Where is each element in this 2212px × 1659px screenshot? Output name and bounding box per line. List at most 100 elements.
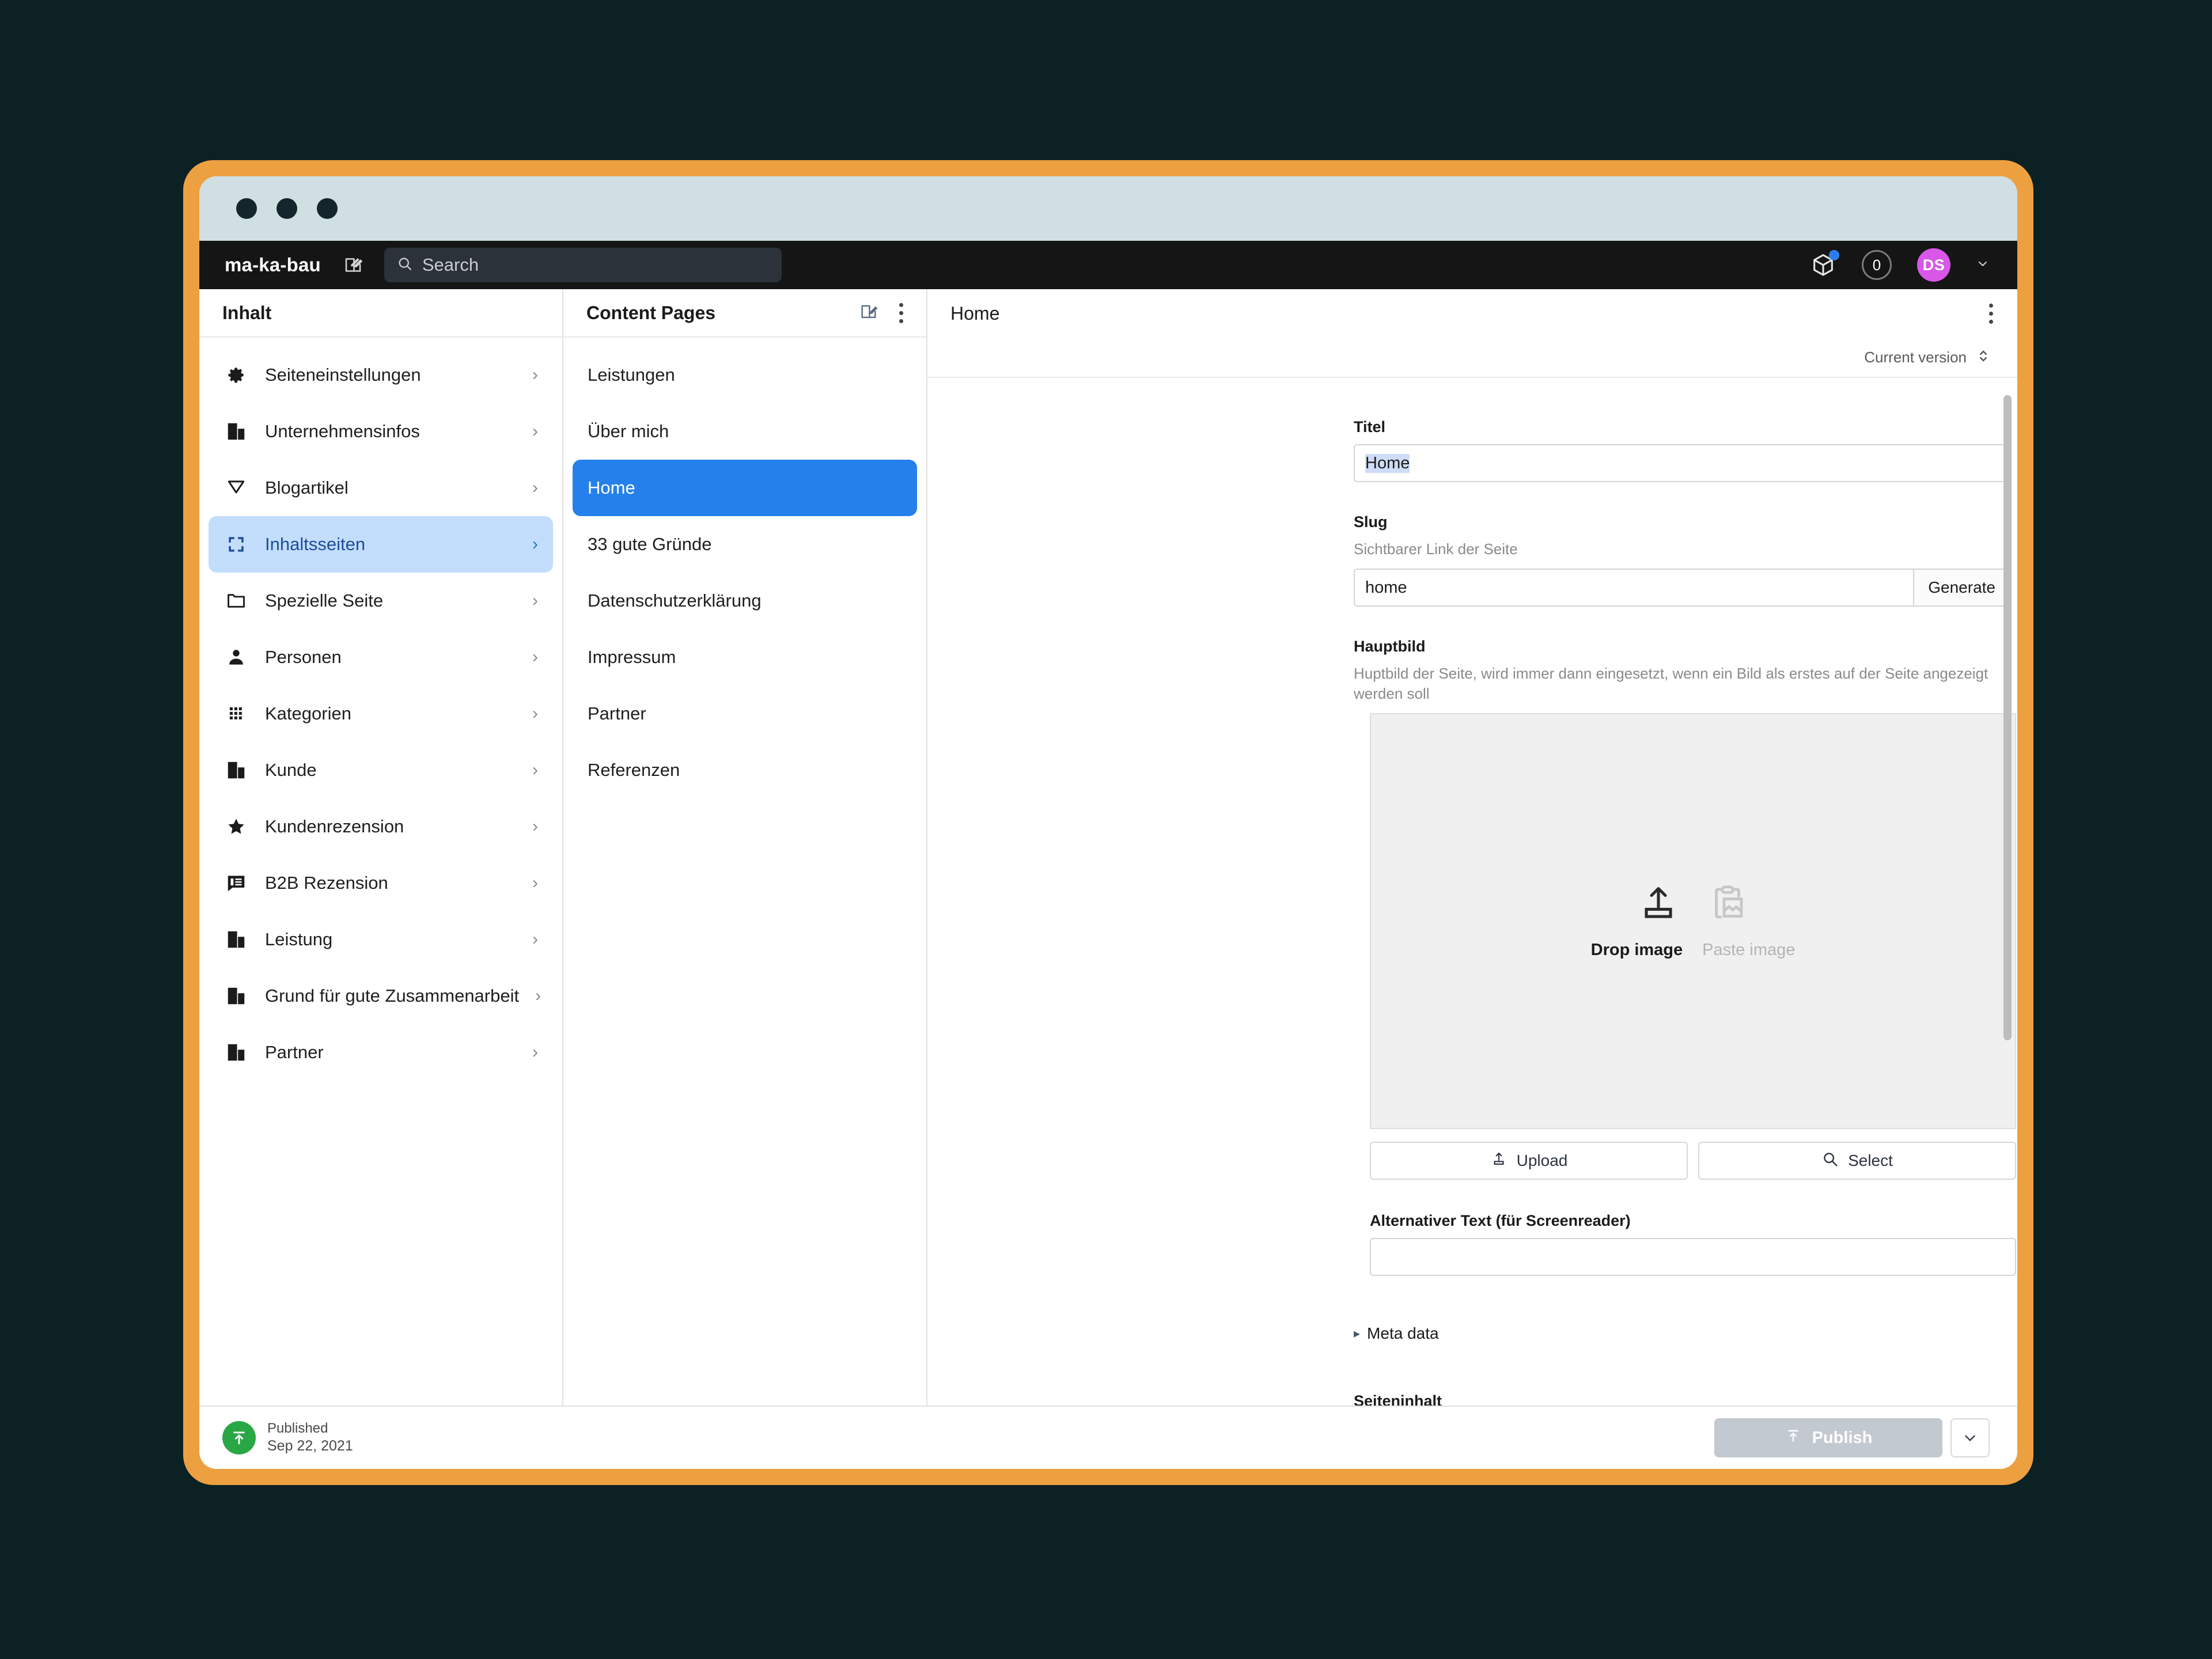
chevron-right-icon: › <box>532 874 538 892</box>
alt-text-input[interactable] <box>1370 1238 2016 1276</box>
meta-data-toggle[interactable]: ▸ Meta data <box>1354 1324 2010 1343</box>
meta-data-label: Meta data <box>1367 1324 1439 1343</box>
sidebar-item-kundenrezension[interactable]: Kundenrezension› <box>209 798 553 855</box>
upload-button[interactable]: Upload <box>1370 1142 1688 1180</box>
field-hauptbild: Hauptbild Huptbild der Seite, wird immer… <box>1354 638 2010 1180</box>
dropzone-icons <box>1638 882 1748 927</box>
field-slug: Slug Sichtbarer Link der Seite home Gene… <box>1354 513 2010 607</box>
sidebar-item-personen[interactable]: Personen › <box>209 629 553 685</box>
status-bar-actions: Publish <box>1714 1418 1990 1457</box>
more-vertical-icon[interactable] <box>899 303 903 323</box>
slug-value: home <box>1365 578 1407 597</box>
folder-icon <box>224 588 249 613</box>
content-pages-header: Content Pages <box>563 289 926 338</box>
status-badge: Published <box>267 1420 353 1437</box>
building-icon <box>224 757 249 783</box>
main-body: Inhalt Seiteneinstellungen›Unternehmensi… <box>199 289 2017 1406</box>
sidebar-item-inhaltsseiten[interactable]: Inhaltsseiten› <box>209 516 553 573</box>
building-icon <box>224 1040 249 1065</box>
select-button[interactable]: Select <box>1698 1142 2016 1180</box>
list-item[interactable]: Home <box>573 460 917 516</box>
list-item[interactable]: Datenschutzerklärung <box>573 573 917 629</box>
sidebar-header: Inhalt <box>199 289 562 338</box>
list-item[interactable]: 33 gute Gründe <box>573 516 917 573</box>
compose-icon[interactable] <box>340 252 366 278</box>
page-item-label: Leistungen <box>588 365 675 385</box>
content-pages-list: Leistungen Über mich Home 33 gute Gründe Dat… <box>563 338 926 798</box>
chevron-right-icon: › <box>532 1044 538 1061</box>
seiteninhalt-label: Seiteninhalt <box>1354 1392 2010 1406</box>
titel-input[interactable]: Home <box>1354 444 2010 482</box>
version-selector[interactable]: Current version <box>927 338 2017 378</box>
chevron-right-icon: › <box>532 931 538 948</box>
chevron-down-icon[interactable] <box>1976 257 1990 274</box>
list-item[interactable]: Referenzen <box>573 742 917 798</box>
image-upload-block: Drop image Paste image <box>1370 713 2016 1180</box>
notification-count-badge[interactable]: 0 <box>1862 250 1892 280</box>
compose-icon[interactable] <box>859 302 878 324</box>
sidebar-item-leistung[interactable]: Leistung› <box>209 911 553 968</box>
hauptbild-label: Hauptbild <box>1354 638 2010 656</box>
sidebar-item-label: Personen <box>265 647 342 668</box>
content-pages-title: Content Pages <box>586 302 715 324</box>
package-icon[interactable] <box>1810 252 1836 278</box>
search-icon <box>397 256 413 275</box>
sidebar-item-kunde[interactable]: Kunde› <box>209 742 553 798</box>
sidebar-item-label: Spezielle Seite <box>265 590 383 611</box>
list-item[interactable]: Partner <box>573 685 917 742</box>
status-bar: Published Sep 22, 2021 Publish <box>199 1406 2017 1469</box>
page-item-label: 33 gute Gründe <box>588 534 711 555</box>
slug-row: home Generate <box>1354 569 2010 607</box>
sidebar-item-label: Kategorien <box>265 703 351 724</box>
chevron-right-icon: › <box>532 762 538 779</box>
upload-icon <box>1490 1150 1508 1172</box>
select-button-label: Select <box>1848 1152 1893 1170</box>
sidebar-item-spezielle-seite[interactable]: Spezielle Seite › <box>209 573 553 629</box>
sidebar-item-label: Inhaltsseiten <box>265 534 365 555</box>
page-item-label: Home <box>588 478 635 498</box>
more-vertical-icon[interactable] <box>1989 304 1993 324</box>
search-placeholder: Search <box>422 255 479 275</box>
gear-icon <box>224 362 249 388</box>
sidebar-item-partner[interactable]: Partner › <box>209 1024 553 1081</box>
page-item-label: Referenzen <box>588 760 680 781</box>
list-item[interactable]: Leistungen <box>573 347 917 403</box>
publish-button[interactable]: Publish <box>1714 1418 1942 1457</box>
close-button[interactable] <box>236 198 257 219</box>
avatar[interactable]: DS <box>1917 248 1950 282</box>
search-input[interactable]: Search <box>384 248 782 282</box>
chevron-right-icon: › <box>532 592 538 609</box>
generate-button[interactable]: Generate <box>1914 569 2010 607</box>
slug-sublabel: Sichtbarer Link der Seite <box>1354 539 2010 559</box>
slug-input[interactable]: home <box>1354 569 1914 607</box>
search-icon <box>1821 1150 1839 1172</box>
sidebar-item-blogartikel[interactable]: Blogartikel› <box>209 460 553 516</box>
sidebar-item-kategorien[interactable]: Kategorien › <box>209 685 553 742</box>
chevron-right-icon: › <box>532 649 538 666</box>
detail-header: Home <box>927 289 2017 338</box>
maximize-button[interactable] <box>317 198 338 219</box>
sidebar-item-unternehmensinfos[interactable]: Unternehmensinfos› <box>209 403 553 460</box>
window-titlebar <box>199 176 2017 241</box>
funnel-icon <box>224 475 249 501</box>
page-item-label: Datenschutzerklärung <box>588 590 762 611</box>
browser-window-frame: ma-ka-bau Search <box>183 160 2033 1485</box>
detail-scroll-area: Titel Home Slug Sichtbarer Link der Seit… <box>927 378 2017 1406</box>
image-dropzone[interactable]: Drop image Paste image <box>1370 713 2016 1129</box>
minimize-button[interactable] <box>276 198 297 219</box>
chevron-right-icon: › <box>532 705 538 722</box>
publish-dropdown-button[interactable] <box>1950 1418 1990 1457</box>
sidebar-item-label: Partner <box>265 1042 324 1063</box>
list-item[interactable]: Impressum <box>573 629 917 685</box>
sidebar-item-b2b-rezension[interactable]: B2B Rezension› <box>209 855 553 911</box>
publish-up-icon <box>222 1421 256 1455</box>
field-seiteninhalt: Seiteninhalt <box>1354 1392 2010 1406</box>
field-titel: Titel Home <box>1354 418 2010 482</box>
expand-icon <box>224 532 249 557</box>
list-item[interactable]: Über mich <box>573 403 917 460</box>
upload-button-label: Upload <box>1517 1152 1568 1170</box>
sidebar-item-grund-f-r-gute-zusammenarbeit[interactable]: Grund für gute Zusammenarbeit› <box>209 968 553 1024</box>
sidebar-item-seiteneinstellungen[interactable]: Seiteneinstellungen› <box>209 347 553 403</box>
alt-text-label: Alternativer Text (für Screenreader) <box>1370 1212 2016 1230</box>
detail-scrollbar[interactable] <box>2003 395 2012 1040</box>
